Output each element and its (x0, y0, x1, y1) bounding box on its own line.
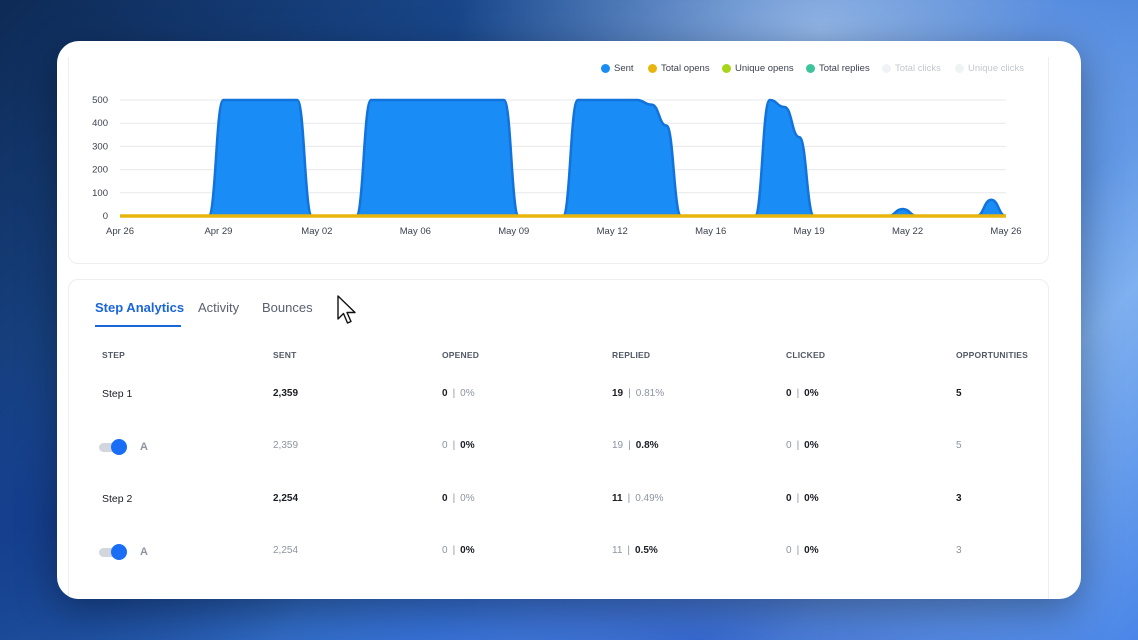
separator: | (796, 388, 800, 399)
separator: | (796, 545, 800, 556)
separator: | (452, 493, 456, 504)
replied-percent: 0.49% (635, 493, 664, 504)
replied-cell: 19 | 0.81% (612, 388, 664, 399)
separator: | (627, 493, 631, 504)
y-tick-label: 500 (92, 95, 108, 106)
opportunities-value: 5 (956, 440, 962, 451)
variant-label: A (140, 546, 148, 558)
separator: | (628, 440, 631, 451)
opened-percent: 0% (460, 545, 475, 556)
y-tick-label: 400 (92, 118, 108, 129)
separator: | (628, 388, 631, 399)
opened-cell: 0 | 0% (442, 388, 475, 399)
step-analytics-card: Step Analytics Activity Bounces STEP SEN… (68, 279, 1049, 599)
opened-cell: 0 | 0% (442, 545, 475, 556)
opportunities-value: 3 (956, 545, 962, 556)
mouse-pointer-icon (337, 295, 356, 324)
replied-value: 11 (612, 545, 623, 556)
column-header-clicked: CLICKED (786, 350, 826, 360)
separator: | (452, 440, 456, 451)
opened-percent: 0% (460, 388, 475, 399)
separator: | (796, 440, 800, 451)
opened-percent: 0% (460, 440, 475, 451)
clicked-value: 0 (786, 440, 792, 451)
clicked-value: 0 (786, 493, 792, 504)
sent-value: 2,359 (273, 440, 299, 451)
separator: | (452, 388, 456, 399)
x-tick-label: May 06 (400, 226, 431, 237)
opened-value: 0 (442, 388, 448, 399)
column-header-replied: REPLIED (612, 350, 651, 360)
clicked-cell: 0 | 0% (786, 440, 819, 451)
clicked-percent: 0% (804, 440, 819, 451)
toggle-knob (111, 544, 127, 560)
replied-value: 19 (612, 440, 624, 451)
clicked-percent: 0% (804, 388, 819, 399)
variant-toggle-switch[interactable] (99, 439, 127, 455)
x-tick-label: May 19 (794, 226, 825, 237)
x-tick-label: May 22 (892, 226, 923, 237)
step-name: Step 1 (102, 388, 133, 400)
tab-step-analytics[interactable]: Step Analytics (95, 300, 184, 327)
clicked-cell: 0 | 0% (786, 493, 819, 504)
sent-value: 2,254 (273, 545, 299, 556)
replied-percent: 0.81% (635, 388, 665, 399)
opportunities-value: 5 (956, 388, 962, 399)
sent-value: 2,254 (273, 493, 299, 504)
x-tick-label: Apr 29 (204, 226, 232, 237)
opened-value: 0 (442, 440, 448, 451)
clicked-percent: 0% (804, 545, 819, 556)
tab-activity[interactable]: Activity (198, 300, 239, 327)
variant-label: A (140, 441, 148, 453)
analytics-window: Sent Total opens Unique opens Total repl… (57, 41, 1081, 599)
y-tick-label: 200 (92, 165, 108, 176)
x-tick-label: May 09 (498, 226, 529, 237)
sent-area-chart: 500 400 300 200 100 0 Apr 26 Apr 29 May 02 May 06… (92, 95, 1021, 237)
series-area-sent (120, 100, 1006, 216)
y-tick-label: 100 (92, 188, 108, 199)
x-tick-label: May 12 (597, 226, 628, 237)
opened-value: 0 (442, 493, 448, 504)
clicked-cell: 0 | 0% (786, 545, 819, 556)
step-name: Step 2 (102, 493, 133, 505)
tab-bounces[interactable]: Bounces (262, 300, 313, 327)
replied-value: 11 (612, 493, 623, 504)
y-tick-label: 0 (103, 211, 108, 222)
column-header-step: STEP (102, 350, 126, 360)
x-tick-label: May 16 (695, 226, 726, 237)
replied-percent: 0.8% (635, 440, 659, 451)
y-tick-label: 300 (92, 141, 108, 152)
replied-percent: 0.5% (635, 545, 658, 556)
variant-toggle-switch[interactable] (99, 544, 127, 560)
x-tick-label: May 02 (301, 226, 332, 237)
clicked-cell: 0 | 0% (786, 388, 819, 399)
column-header-opportunities: OPPORTUNITIES (956, 350, 1029, 360)
column-header-sent: SENT (273, 350, 297, 360)
replied-cell: 19 | 0.8% (612, 440, 659, 451)
replied-value: 19 (612, 388, 624, 399)
opened-value: 0 (442, 545, 448, 556)
separator: | (796, 493, 800, 504)
column-header-opened: OPENED (442, 350, 480, 360)
sent-value: 2,359 (273, 388, 299, 399)
separator: | (452, 545, 456, 556)
opportunities-value: 3 (956, 493, 962, 504)
clicked-value: 0 (786, 545, 792, 556)
replied-cell: 11 | 0.5% (612, 545, 658, 556)
toggle-knob (111, 439, 127, 455)
clicked-percent: 0% (804, 493, 819, 504)
clicked-value: 0 (786, 388, 792, 399)
x-tick-label: Apr 26 (106, 226, 134, 237)
separator: | (627, 545, 630, 556)
opened-percent: 0% (460, 493, 475, 504)
active-tab-underline (95, 325, 181, 327)
opened-cell: 0 | 0% (442, 440, 475, 451)
opened-cell: 0 | 0% (442, 493, 475, 504)
x-tick-label: May 26 (990, 226, 1021, 237)
replied-cell: 11 | 0.49% (612, 493, 664, 504)
